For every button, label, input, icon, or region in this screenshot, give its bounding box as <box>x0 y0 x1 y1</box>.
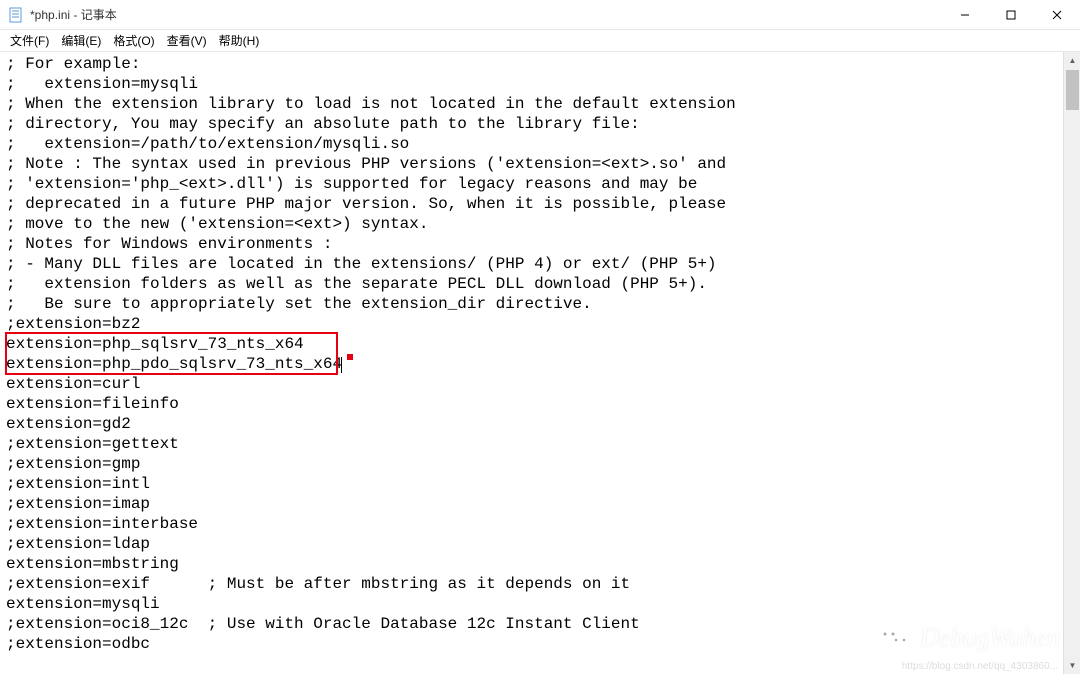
annotation-anchor <box>347 354 353 360</box>
text-line: extension=fileinfo <box>6 395 179 413</box>
text-line: extension=curl <box>6 375 140 393</box>
menu-file[interactable]: 文件(F) <box>4 30 55 51</box>
menu-help[interactable]: 帮助(H) <box>213 30 266 51</box>
text-line: ;extension=gettext <box>6 435 179 453</box>
scroll-thumb[interactable] <box>1066 70 1079 110</box>
window-controls <box>942 0 1080 29</box>
notepad-icon <box>8 7 24 23</box>
minimize-button[interactable] <box>942 0 988 29</box>
text-line: ;extension=oci8_12c ; Use with Oracle Da… <box>6 615 640 633</box>
vertical-scrollbar[interactable]: ▲ ▼ <box>1063 52 1080 674</box>
title-bar: *php.ini - 记事本 <box>0 0 1080 30</box>
text-line: ; extension=/path/to/extension/mysqli.so <box>6 135 409 153</box>
maximize-button[interactable] <box>988 0 1034 29</box>
text-line: ;extension=intl <box>6 475 150 493</box>
text-line: ;extension=ldap <box>6 535 150 553</box>
text-content[interactable]: ; For example: ; extension=mysqli ; When… <box>0 52 1080 656</box>
text-line: ; Be sure to appropriately set the exten… <box>6 295 592 313</box>
text-line: ; When the extension library to load is … <box>6 95 736 113</box>
text-line: extension=mysqli <box>6 595 160 613</box>
text-line: extension=php_pdo_sqlsrv_73_nts_x64 <box>6 355 342 373</box>
text-line: ;extension=gmp <box>6 455 140 473</box>
menu-edit[interactable]: 编辑(E) <box>55 30 107 51</box>
menu-bar: 文件(F) 编辑(E) 格式(O) 查看(V) 帮助(H) <box>0 30 1080 52</box>
text-line: ; - Many DLL files are located in the ex… <box>6 255 717 273</box>
text-line: ; deprecated in a future PHP major versi… <box>6 195 726 213</box>
menu-view[interactable]: 查看(V) <box>161 30 213 51</box>
text-line: ;extension=bz2 <box>6 315 140 333</box>
scroll-up-arrow[interactable]: ▲ <box>1064 52 1080 69</box>
text-line: ; move to the new ('extension=<ext>) syn… <box>6 215 428 233</box>
text-caret <box>341 357 342 373</box>
text-line: ;extension=odbc <box>6 635 150 653</box>
editor-area[interactable]: ; For example: ; extension=mysqli ; When… <box>0 52 1080 674</box>
text-line: ;extension=imap <box>6 495 150 513</box>
text-line: ;extension=interbase <box>6 515 198 533</box>
text-line: ;extension=exif ; Must be after mbstring… <box>6 575 630 593</box>
text-line: ; Notes for Windows environments : <box>6 235 332 253</box>
text-line: extension=gd2 <box>6 415 131 433</box>
text-line: ; extension=mysqli <box>6 75 198 93</box>
text-line: ; 'extension='php_<ext>.dll') is support… <box>6 175 697 193</box>
close-button[interactable] <box>1034 0 1080 29</box>
text-line: ; For example: <box>6 55 140 73</box>
menu-format[interactable]: 格式(O) <box>107 30 160 51</box>
scroll-down-arrow[interactable]: ▼ <box>1064 657 1080 674</box>
text-line: ; Note : The syntax used in previous PHP… <box>6 155 726 173</box>
window-title: *php.ini - 记事本 <box>30 6 942 23</box>
text-line: ; extension folders as well as the separ… <box>6 275 707 293</box>
text-line: extension=php_sqlsrv_73_nts_x64 <box>6 335 304 353</box>
text-line: extension=mbstring <box>6 555 179 573</box>
text-line: ; directory, You may specify an absolute… <box>6 115 640 133</box>
